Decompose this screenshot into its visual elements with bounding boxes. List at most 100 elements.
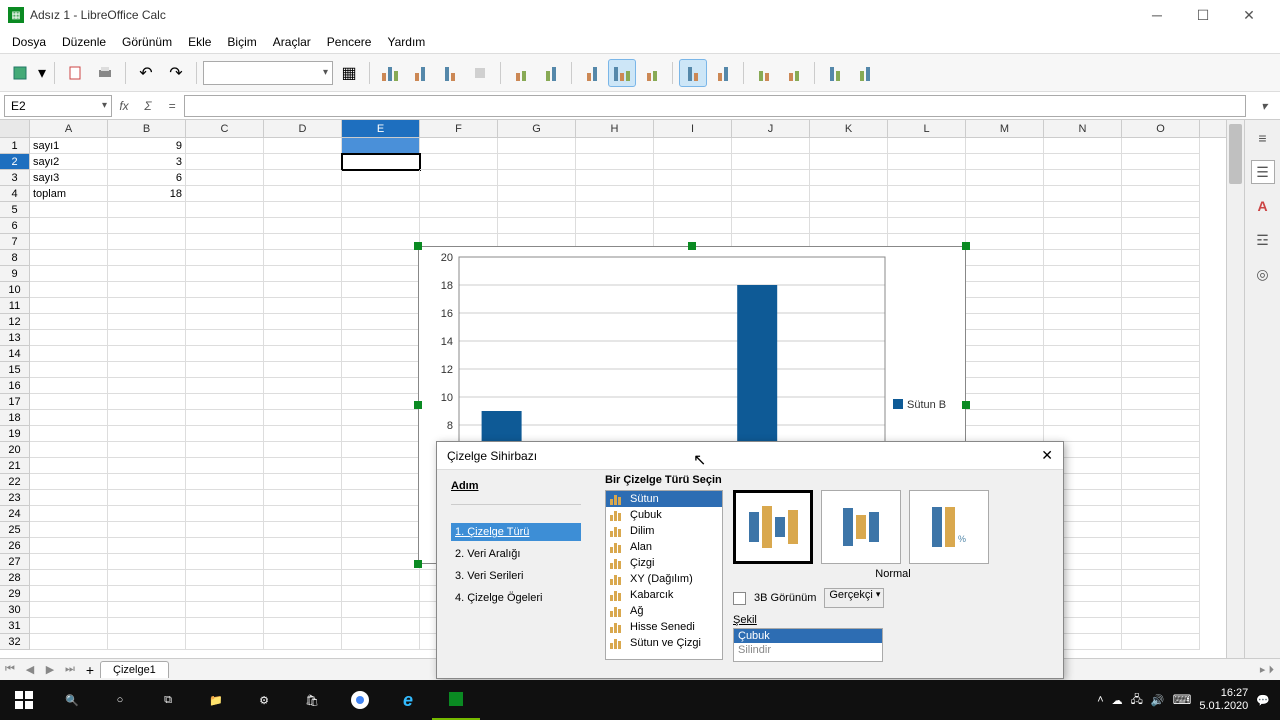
col-header-E[interactable]: E: [342, 120, 420, 137]
cell-O3[interactable]: [1122, 170, 1200, 186]
formula-input[interactable]: [184, 95, 1246, 117]
cell-E28[interactable]: [342, 570, 420, 586]
cell-B28[interactable]: [108, 570, 186, 586]
tray-lang-icon[interactable]: ⌨: [1173, 692, 1192, 708]
cell-M14[interactable]: [966, 346, 1044, 362]
cell-C23[interactable]: [186, 490, 264, 506]
cell-C12[interactable]: [186, 314, 264, 330]
row-header-15[interactable]: 15: [0, 362, 30, 378]
vertical-scrollbar[interactable]: [1226, 120, 1244, 680]
export-pdf-icon[interactable]: [61, 59, 89, 87]
cell-E15[interactable]: [342, 362, 420, 378]
ie-icon[interactable]: e: [384, 680, 432, 720]
cell-D7[interactable]: [264, 234, 342, 250]
cell-A22[interactable]: [30, 474, 108, 490]
cell-O5[interactable]: [1122, 202, 1200, 218]
cell-O7[interactable]: [1122, 234, 1200, 250]
cell-M7[interactable]: [966, 234, 1044, 250]
cell-D12[interactable]: [264, 314, 342, 330]
settings-icon[interactable]: ⚙: [240, 680, 288, 720]
cell-D26[interactable]: [264, 538, 342, 554]
cell-E24[interactable]: [342, 506, 420, 522]
cell-C15[interactable]: [186, 362, 264, 378]
col-header-O[interactable]: O: [1122, 120, 1200, 137]
cell-O4[interactable]: [1122, 186, 1200, 202]
cell-A8[interactable]: [30, 250, 108, 266]
chart-type-stunveizgi[interactable]: Sütun ve Çizgi: [606, 635, 722, 651]
cell-I3[interactable]: [654, 170, 732, 186]
cell-B4[interactable]: 18: [108, 186, 186, 202]
cell-O27[interactable]: [1122, 554, 1200, 570]
save-icon[interactable]: [6, 59, 34, 87]
cell-A23[interactable]: [30, 490, 108, 506]
cell-K1[interactable]: [810, 138, 888, 154]
cell-C8[interactable]: [186, 250, 264, 266]
cell-C7[interactable]: [186, 234, 264, 250]
cell-C2[interactable]: [186, 154, 264, 170]
cell-C29[interactable]: [186, 586, 264, 602]
cell-A28[interactable]: [30, 570, 108, 586]
chart-type11-icon[interactable]: [709, 59, 737, 87]
col-header-G[interactable]: G: [498, 120, 576, 137]
cell-N4[interactable]: [1044, 186, 1122, 202]
cell-B5[interactable]: [108, 202, 186, 218]
cell-D10[interactable]: [264, 282, 342, 298]
shape-item-silinder[interactable]: Silindir: [734, 643, 882, 657]
cell-I6[interactable]: [654, 218, 732, 234]
cell-E30[interactable]: [342, 602, 420, 618]
chart-icon[interactable]: [376, 59, 404, 87]
row-header-20[interactable]: 20: [0, 442, 30, 458]
task-view-icon[interactable]: ⧉: [144, 680, 192, 720]
cell-I2[interactable]: [654, 154, 732, 170]
cell-N1[interactable]: [1044, 138, 1122, 154]
cell-A14[interactable]: [30, 346, 108, 362]
cell-O29[interactable]: [1122, 586, 1200, 602]
chart-type6-icon[interactable]: [537, 59, 565, 87]
cell-N18[interactable]: [1044, 410, 1122, 426]
cell-M4[interactable]: [966, 186, 1044, 202]
cell-B29[interactable]: [108, 586, 186, 602]
cell-A27[interactable]: [30, 554, 108, 570]
chart-type-list[interactable]: SütunÇubukDilimAlanÇizgiXY (Dağılım)Kaba…: [605, 490, 723, 660]
cell-B20[interactable]: [108, 442, 186, 458]
col-header-M[interactable]: M: [966, 120, 1044, 137]
cell-F2[interactable]: [420, 154, 498, 170]
cell-D15[interactable]: [264, 362, 342, 378]
cell-D28[interactable]: [264, 570, 342, 586]
cell-E18[interactable]: [342, 410, 420, 426]
cell-A29[interactable]: [30, 586, 108, 602]
cell-E2[interactable]: [342, 154, 420, 170]
cell-C20[interactable]: [186, 442, 264, 458]
row-header-16[interactable]: 16: [0, 378, 30, 394]
cell-A31[interactable]: [30, 618, 108, 634]
cell-C31[interactable]: [186, 618, 264, 634]
cell-C1[interactable]: [186, 138, 264, 154]
sidebar-navigator-icon[interactable]: ☲: [1251, 228, 1275, 252]
formula-expand-icon[interactable]: ▾: [1252, 95, 1276, 117]
cell-M3[interactable]: [966, 170, 1044, 186]
cell-C24[interactable]: [186, 506, 264, 522]
cell-A20[interactable]: [30, 442, 108, 458]
cell-D14[interactable]: [264, 346, 342, 362]
menu-tools[interactable]: Araçlar: [265, 32, 319, 52]
cell-E19[interactable]: [342, 426, 420, 442]
cell-B26[interactable]: [108, 538, 186, 554]
cell-D30[interactable]: [264, 602, 342, 618]
cell-C26[interactable]: [186, 538, 264, 554]
cell-E6[interactable]: [342, 218, 420, 234]
cell-O22[interactable]: [1122, 474, 1200, 490]
cell-F6[interactable]: [420, 218, 498, 234]
tab-last-icon[interactable]: ⏭: [60, 663, 80, 676]
chart-type-dilim[interactable]: Dilim: [606, 523, 722, 539]
cell-B32[interactable]: [108, 634, 186, 650]
cell-C30[interactable]: [186, 602, 264, 618]
menu-edit[interactable]: Düzenle: [54, 32, 114, 52]
row-header-26[interactable]: 26: [0, 538, 30, 554]
cell-O19[interactable]: [1122, 426, 1200, 442]
cell-D23[interactable]: [264, 490, 342, 506]
cell-H4[interactable]: [576, 186, 654, 202]
cell-A6[interactable]: [30, 218, 108, 234]
cell-D6[interactable]: [264, 218, 342, 234]
cell-B9[interactable]: [108, 266, 186, 282]
cell-O23[interactable]: [1122, 490, 1200, 506]
